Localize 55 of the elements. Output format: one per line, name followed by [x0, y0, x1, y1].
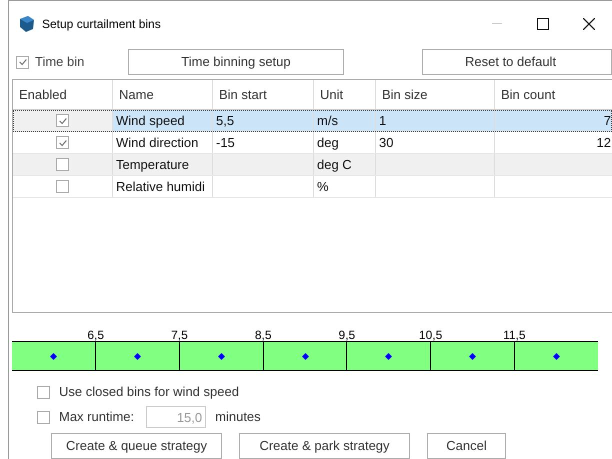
bin-boundary-label: 7,5 — [171, 329, 188, 341]
table-cell-text: 1 — [379, 112, 386, 130]
table-row[interactable]: Temperature deg C — [13, 154, 612, 176]
table-cell-text: m/s — [317, 112, 338, 130]
table-cell-text: deg — [317, 134, 339, 152]
checkbox[interactable] — [56, 114, 69, 127]
bin-boundary-label: 8,5 — [254, 329, 272, 341]
bin-center-marker-icon — [553, 352, 560, 360]
table-row[interactable]: Wind speed 5,5 m/s 1 7 — [13, 110, 612, 132]
dialog-button[interactable]: Create & park strategy — [239, 433, 410, 459]
column-header[interactable]: Unit — [314, 80, 376, 109]
table-cell-text: 7 — [604, 112, 611, 130]
bin-center-marker-icon — [385, 352, 392, 360]
table-row[interactable]: Relative humidi % — [13, 176, 612, 198]
column-header[interactable]: Enabled — [13, 80, 113, 109]
column-header[interactable]: Bin count — [495, 80, 612, 109]
table-cell-text: Wind speed — [116, 112, 185, 130]
bin-center-marker-icon — [50, 352, 57, 360]
table-cell-text: 12 — [596, 134, 611, 152]
unit-label: minutes — [215, 408, 261, 426]
table-row[interactable]: Wind direction -15 deg 30 12 — [13, 132, 612, 154]
bin-boundary-label: 9,5 — [338, 329, 356, 341]
window-title: Setup curtailment bins — [42, 16, 161, 33]
checkbox[interactable] — [37, 386, 50, 398]
bin-center-marker-icon — [218, 352, 225, 360]
table-cell-text: Wind direction — [116, 134, 198, 152]
table-cell-text: deg C — [317, 156, 352, 174]
bin-center-marker-icon — [134, 352, 141, 360]
column-header[interactable]: Bin size — [376, 80, 495, 109]
table-cell-text: % — [317, 178, 329, 196]
dialog-button[interactable]: Create & queue strategy — [51, 433, 222, 459]
reset-to-default-button[interactable]: Reset to default — [422, 49, 612, 75]
checkbox[interactable] — [56, 158, 69, 171]
column-header[interactable]: Name — [113, 80, 213, 109]
checkbox[interactable] — [16, 56, 29, 68]
checkbox[interactable] — [37, 410, 50, 424]
dialog-button[interactable]: Cancel — [427, 433, 506, 459]
table-cell-text: Temperature — [116, 156, 189, 174]
bin-center-marker-icon — [302, 352, 308, 360]
bin-boundary-label: 6,5 — [87, 329, 104, 341]
checkbox[interactable] — [56, 136, 69, 149]
app-logo-icon — [17, 15, 35, 33]
bin-center-marker-icon — [469, 352, 476, 360]
table-cell-text: Relative humidi — [116, 178, 205, 196]
checkbox[interactable] — [56, 180, 69, 193]
checkbox-label: Max runtime: — [59, 408, 134, 426]
bin-boundary-label: 11,5 — [503, 329, 526, 341]
table-cell-text: -15 — [216, 134, 235, 152]
bin-boundary-label: 10,5 — [418, 329, 442, 341]
checkbox-label: Use closed bins for wind speed — [59, 383, 239, 402]
time-binning-setup-button[interactable]: Time binning setup — [128, 49, 344, 75]
checkbox-label: Time bin — [35, 53, 84, 72]
table-cell-text: 30 — [379, 134, 394, 152]
column-header[interactable]: Bin start — [213, 80, 314, 109]
table-cell-text: 5,5 — [216, 112, 234, 130]
